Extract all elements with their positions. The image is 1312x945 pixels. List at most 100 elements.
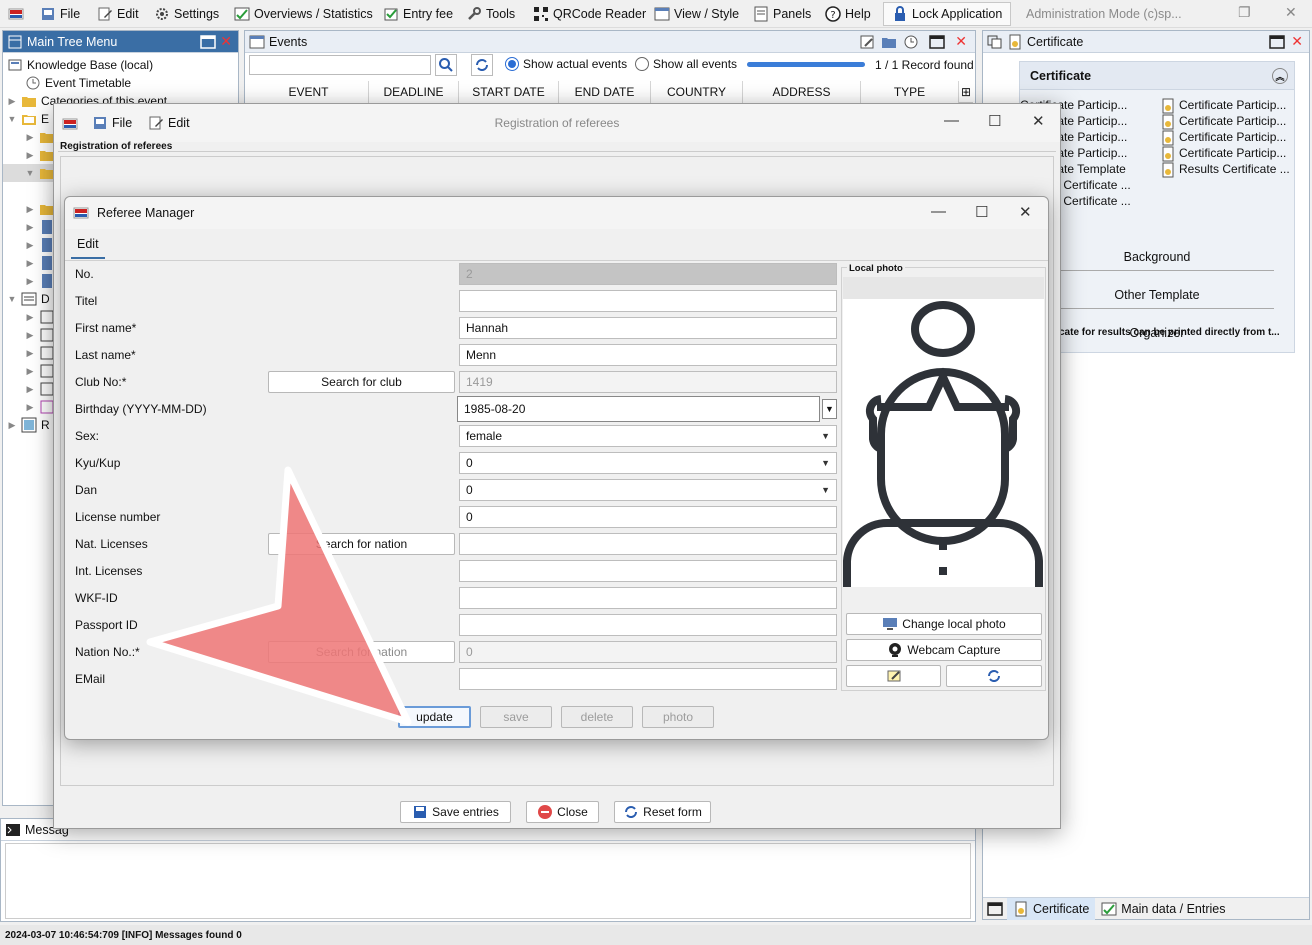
expand-arrow-icon[interactable]: ▶ <box>25 150 35 161</box>
tree-item-sub6[interactable]: ▶ <box>25 236 55 254</box>
sex-select[interactable]: female ▼ <box>459 425 837 447</box>
license-field[interactable]: 0 <box>459 506 837 528</box>
events-search-input[interactable] <box>249 55 431 75</box>
close-icon[interactable]: ✕ <box>1032 112 1045 130</box>
column-end-date[interactable]: END DATE <box>559 81 651 103</box>
column-type[interactable]: TYPE <box>861 81 959 103</box>
close-icon[interactable]: ✕ <box>1019 203 1032 221</box>
certificate-item[interactable]: Certificate Particip... <box>1160 114 1292 130</box>
radio-all-events[interactable]: Show all events <box>635 57 737 71</box>
tab-edit[interactable]: Edit <box>71 231 105 259</box>
restore-window-icon[interactable]: ❐ <box>1238 4 1251 21</box>
tree-item-d3[interactable]: ▶ <box>25 344 55 362</box>
group-other-template[interactable]: Other Template <box>1020 288 1294 302</box>
tree-item-sub5[interactable]: ▶ <box>25 218 55 236</box>
birthday-field[interactable]: 1985-08-20 <box>457 396 820 422</box>
menu-panels[interactable]: Panels <box>753 4 811 24</box>
expand-arrow-icon[interactable]: ▶ <box>7 96 17 107</box>
maximize-panel-icon[interactable] <box>929 34 945 53</box>
menu-overviews[interactable]: Overviews / Statistics <box>234 4 373 24</box>
menu-qrcode[interactable]: QRCode Reader <box>533 4 646 24</box>
tab-main-data[interactable]: Main data / Entries <box>1095 898 1231 920</box>
update-button[interactable]: update <box>398 706 471 728</box>
save-button[interactable]: save <box>480 706 552 728</box>
close-button[interactable]: Close <box>526 801 599 823</box>
expand-arrow-icon[interactable]: ▶ <box>25 384 35 395</box>
menu-tools[interactable]: Tools <box>466 4 515 24</box>
email-field[interactable] <box>459 668 837 690</box>
last-name-field[interactable]: Menn <box>459 344 837 366</box>
menu-help[interactable]: ? Help <box>825 4 871 24</box>
column-country[interactable]: COUNTRY <box>651 81 743 103</box>
search-nation-button[interactable]: Search for nation <box>268 533 455 555</box>
kyu-select[interactable]: 0 ▼ <box>459 452 837 474</box>
certificate-item[interactable]: Certificate Particip... <box>1160 146 1292 162</box>
expand-arrow-icon[interactable]: ▶ <box>7 420 17 431</box>
column-chooser-icon[interactable]: ⊞ <box>961 85 971 99</box>
column-address[interactable]: ADDRESS <box>743 81 861 103</box>
close-window-icon[interactable]: ✕ <box>1285 4 1297 21</box>
maximize-panel-icon[interactable] <box>200 34 216 53</box>
tree-item-d6[interactable]: ▶ <box>25 398 55 416</box>
expand-arrow-icon[interactable]: ▶ <box>25 312 35 323</box>
date-picker-icon[interactable]: ▼ <box>822 399 837 419</box>
expand-arrow-icon[interactable]: ▶ <box>25 330 35 341</box>
refresh-button[interactable] <box>471 54 493 76</box>
search-button[interactable] <box>435 54 457 76</box>
webcam-capture-button[interactable]: Webcam Capture <box>846 639 1042 661</box>
collapse-arrow-icon[interactable]: ▼ <box>25 168 35 178</box>
tree-item-d4[interactable]: ▶ <box>25 362 55 380</box>
collapse-arrow-icon[interactable]: ▼ <box>7 114 17 124</box>
certificate-item[interactable]: Results Certificate ... <box>1160 162 1292 178</box>
menu-settings[interactable]: Settings <box>154 4 219 24</box>
tree-item-d5[interactable]: ▶ <box>25 380 55 398</box>
menu-edit[interactable]: Edit <box>97 4 139 24</box>
delete-button[interactable]: delete <box>561 706 633 728</box>
search-nation-button-2[interactable]: Search for nation <box>268 641 455 663</box>
certificate-section-header[interactable]: Certificate ︽ <box>1020 62 1294 90</box>
group-background[interactable]: Background <box>1020 250 1294 264</box>
search-club-button[interactable]: Search for club <box>268 371 455 393</box>
tree-item-sub7[interactable]: ▶ <box>25 254 55 272</box>
edit-photo-button[interactable] <box>846 665 941 687</box>
tree-item-sub8[interactable]: ▶ <box>25 272 55 290</box>
close-panel-icon[interactable]: ✕ <box>220 33 232 50</box>
expand-arrow-icon[interactable]: ▶ <box>25 204 35 215</box>
column-event[interactable]: EVENT <box>249 81 369 103</box>
maximize-icon[interactable]: ☐ <box>988 112 1001 130</box>
menu-view-style[interactable]: View / Style <box>654 4 739 24</box>
tab-certificate[interactable]: Certificate <box>1007 897 1096 920</box>
tree-item-sub3[interactable]: ▼ <box>3 164 55 182</box>
photo-button[interactable]: photo <box>642 706 714 728</box>
tree-item-timetable[interactable]: Event Timetable <box>25 74 131 92</box>
reset-form-button[interactable]: Reset form <box>614 801 711 823</box>
expand-arrow-icon[interactable]: ▶ <box>25 402 35 413</box>
certificate-item[interactable]: Certificate Particip... <box>1160 130 1292 146</box>
minimize-icon[interactable]: — <box>931 203 946 220</box>
expand-arrow-icon[interactable]: ▶ <box>25 276 35 287</box>
timer-icon[interactable] <box>903 34 919 53</box>
tree-item-sub1[interactable]: ▶ <box>25 128 55 146</box>
tree-item-d2[interactable]: ▶ <box>25 326 55 344</box>
tree-item-r[interactable]: ▶ R <box>7 416 50 434</box>
menu-entry-fee[interactable]: Entry fee <box>383 4 453 24</box>
column-deadline[interactable]: DEADLINE <box>369 81 459 103</box>
certificate-item[interactable]: Certificate Particip... <box>1160 98 1292 114</box>
passport-field[interactable] <box>459 614 837 636</box>
lock-application-button[interactable]: Lock Application <box>883 2 1012 26</box>
radio-actual-events[interactable]: Show actual events <box>505 57 627 71</box>
change-local-photo-button[interactable]: Change local photo <box>846 613 1042 635</box>
column-start-date[interactable]: START DATE <box>459 81 559 103</box>
tree-item-d1[interactable]: ▶ <box>25 308 55 326</box>
maximize-icon[interactable]: ☐ <box>975 203 988 221</box>
close-panel-icon[interactable]: ✕ <box>955 33 967 50</box>
expand-arrow-icon[interactable]: ▶ <box>25 132 35 143</box>
first-name-field[interactable]: Hannah <box>459 317 837 339</box>
titel-field[interactable] <box>459 290 837 312</box>
minimize-icon[interactable]: — <box>944 112 959 129</box>
expand-arrow-icon[interactable]: ▶ <box>25 366 35 377</box>
tree-item-sub4[interactable]: ▶ <box>25 200 55 218</box>
save-entries-button[interactable]: Save entries <box>400 801 511 823</box>
tree-item-sub2[interactable]: ▶ <box>25 146 55 164</box>
expand-arrow-icon[interactable]: ▶ <box>25 258 35 269</box>
